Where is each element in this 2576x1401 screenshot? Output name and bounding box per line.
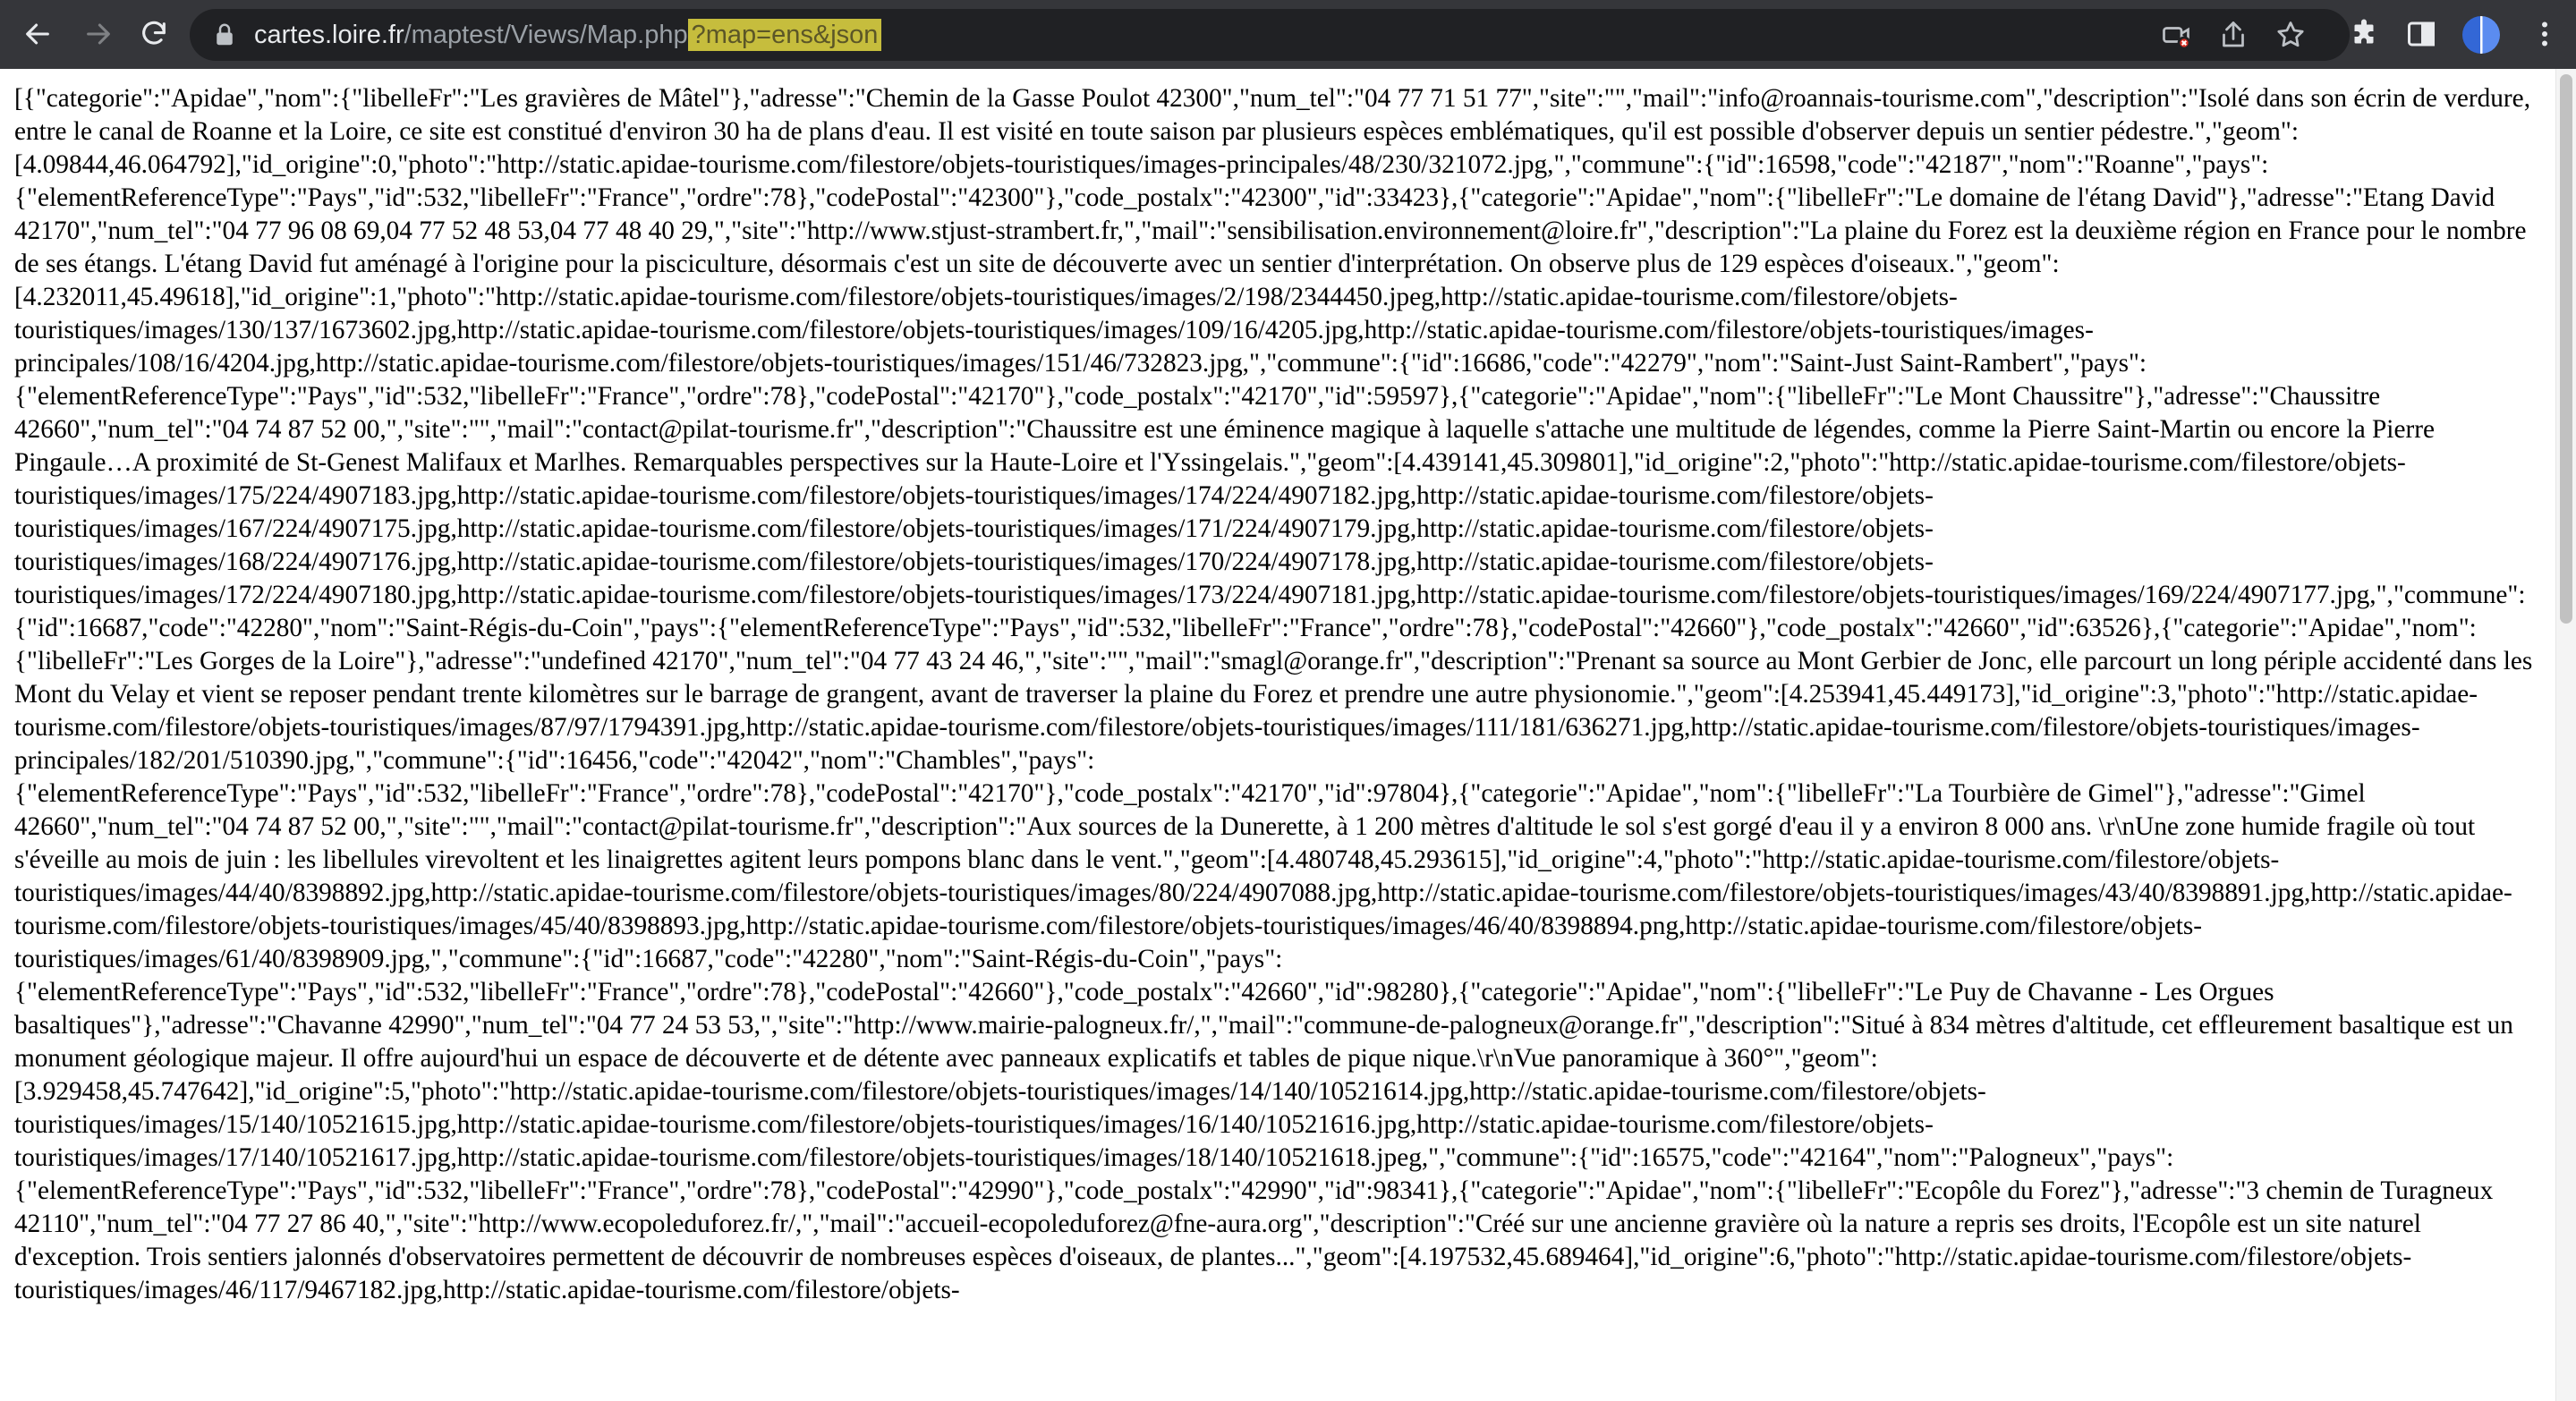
url-text[interactable]: cartes.loire.fr/maptest/Views/Map.php ?ma…	[254, 9, 882, 61]
reload-button[interactable]	[132, 13, 175, 55]
puzzle-icon[interactable]	[2348, 18, 2380, 50]
arrow-right-icon	[87, 23, 110, 45]
forward-button[interactable]	[77, 13, 120, 55]
arrow-left-icon	[26, 23, 49, 45]
star-icon[interactable]	[2274, 19, 2307, 51]
back-button[interactable]	[16, 13, 59, 55]
scrollbar-thumb[interactable]	[2560, 74, 2572, 624]
url-query-highlight: ?map=ens&json	[687, 19, 882, 51]
share-icon[interactable]	[2217, 19, 2249, 51]
lock-icon[interactable]	[211, 21, 238, 48]
json-response-text: [{"categorie":"Apidae","nom":{"libelleFr…	[14, 84, 2533, 1304]
url-path: /maptest/Views/Map.php	[404, 21, 688, 49]
vertical-scrollbar[interactable]	[2555, 69, 2576, 1401]
url-host: cartes.loire.fr	[254, 21, 404, 49]
camera-blocked-icon[interactable]	[2160, 19, 2192, 51]
reload-icon	[142, 21, 166, 45]
browser-toolbar: cartes.loire.fr/maptest/Views/Map.php ?ma…	[0, 0, 2576, 69]
avatar[interactable]	[2462, 16, 2500, 54]
side-panel-icon[interactable]	[2405, 18, 2437, 50]
address-bar[interactable]: cartes.loire.fr/maptest/Views/Map.php ?ma…	[190, 9, 2350, 61]
kebab-menu-icon[interactable]	[2529, 18, 2561, 50]
